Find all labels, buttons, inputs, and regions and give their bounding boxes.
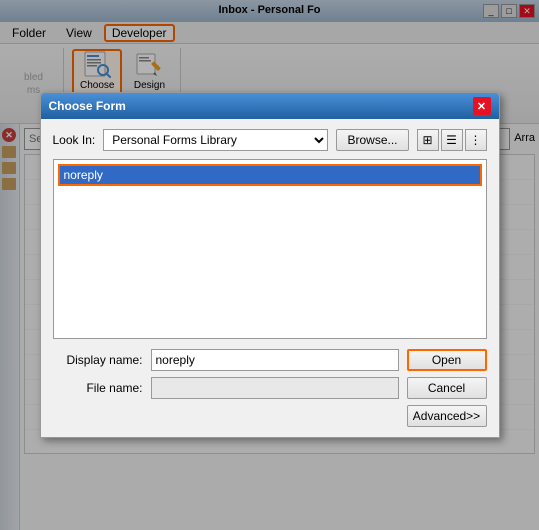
view-buttons: ⊞ ☰ ⋮	[417, 129, 487, 151]
modal-overlay: Choose Form ✕ Look In: Personal Forms Li…	[0, 0, 539, 530]
dialog-title-bar: Choose Form ✕	[41, 93, 499, 119]
view-large-icons-button[interactable]: ⊞	[417, 129, 439, 151]
choose-form-dialog: Choose Form ✕ Look In: Personal Forms Li…	[40, 92, 500, 438]
view-list-button[interactable]: ☰	[441, 129, 463, 151]
look-in-row: Look In: Personal Forms Library Browse..…	[53, 129, 487, 151]
form-item-noreply[interactable]: noreply	[58, 164, 482, 186]
file-name-label: File name:	[53, 381, 143, 395]
dialog-body: Look In: Personal Forms Library Browse..…	[41, 119, 499, 437]
display-name-label: Display name:	[53, 353, 143, 367]
display-name-input[interactable]	[151, 349, 399, 371]
view-details-button[interactable]: ⋮	[465, 129, 487, 151]
file-name-row: File name:	[53, 377, 399, 399]
forms-list[interactable]: noreply	[53, 159, 487, 339]
cancel-button[interactable]: Cancel	[407, 377, 487, 399]
display-name-row: Display name:	[53, 349, 399, 371]
dialog-title: Choose Form	[49, 99, 126, 113]
dialog-close-button[interactable]: ✕	[473, 97, 491, 115]
dialog-buttons: Open Cancel Advanced>>	[407, 349, 487, 427]
file-name-input	[151, 377, 399, 399]
open-button[interactable]: Open	[407, 349, 487, 371]
app-background: Inbox - Personal Fo _ □ ✕ Folder View De…	[0, 0, 539, 530]
browse-button[interactable]: Browse...	[336, 129, 408, 151]
look-in-label: Look In:	[53, 133, 96, 147]
advanced-button[interactable]: Advanced>>	[407, 405, 487, 427]
fields-section: Display name: File name:	[53, 349, 399, 405]
footer-section: Display name: File name: Open Cancel Adv…	[53, 349, 487, 427]
look-in-select[interactable]: Personal Forms Library	[103, 129, 328, 151]
